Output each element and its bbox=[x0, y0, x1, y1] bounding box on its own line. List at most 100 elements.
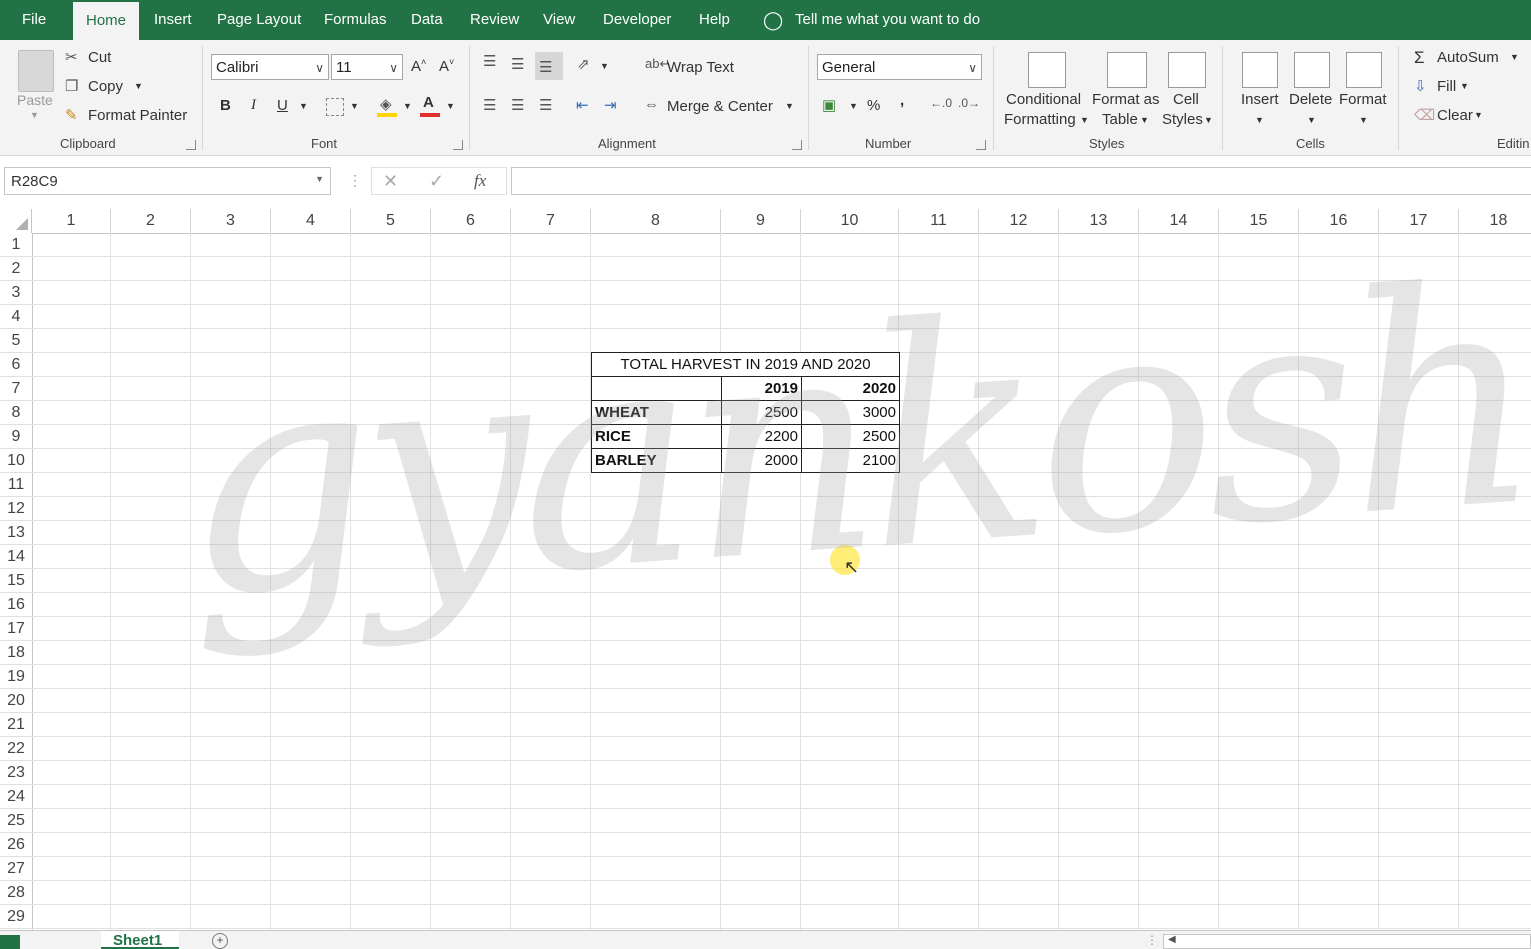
rice-2020-cell[interactable]: 2500 bbox=[801, 425, 900, 449]
row-header[interactable]: 19 bbox=[0, 665, 32, 689]
insert-cells-icon[interactable] bbox=[1242, 52, 1278, 88]
cell-styles-icon[interactable] bbox=[1168, 52, 1206, 88]
column-header[interactable]: 15 bbox=[1219, 209, 1299, 233]
format-table-dropdown-icon[interactable]: ▼ bbox=[1140, 115, 1149, 125]
tab-review[interactable]: Review bbox=[470, 0, 519, 40]
column-header[interactable]: 12 bbox=[979, 209, 1059, 233]
autosum-dropdown-icon[interactable]: ▼ bbox=[1510, 52, 1519, 62]
number-launcher-icon[interactable] bbox=[976, 140, 986, 150]
percent-button[interactable]: % bbox=[867, 97, 880, 114]
font-color-icon[interactable]: A bbox=[423, 94, 434, 111]
increase-font-icon[interactable]: A˄ bbox=[411, 57, 426, 75]
merge-center-button[interactable]: Merge & Center bbox=[667, 98, 773, 115]
row-header[interactable]: 5 bbox=[0, 329, 32, 353]
conditional-dropdown-icon[interactable]: ▼ bbox=[1080, 115, 1089, 125]
tab-view[interactable]: View bbox=[543, 0, 575, 40]
currency-dropdown-icon[interactable]: ▼ bbox=[849, 101, 858, 111]
row-header[interactable]: 27 bbox=[0, 857, 32, 881]
cell-styles-label-1[interactable]: Cell bbox=[1173, 91, 1199, 108]
orientation-dropdown-icon[interactable]: ▼ bbox=[600, 61, 609, 71]
sheet-tab-sheet1[interactable]: Sheet1 bbox=[101, 931, 179, 949]
header-2019-cell[interactable]: 2019 bbox=[721, 377, 801, 401]
insert-cells-button[interactable]: Insert bbox=[1241, 91, 1279, 108]
tab-data[interactable]: Data bbox=[411, 0, 443, 40]
cell-styles-dropdown-icon[interactable]: ▼ bbox=[1204, 115, 1213, 125]
conditional-formatting-label-2[interactable]: Formatting bbox=[1004, 111, 1076, 128]
align-top-icon[interactable]: ☰ bbox=[483, 52, 496, 70]
cell-grid[interactable]: TOTAL HARVEST IN 2019 AND 2020 2019 2020… bbox=[32, 233, 1531, 930]
formula-input[interactable] bbox=[511, 167, 1531, 195]
select-all-button[interactable] bbox=[0, 209, 32, 233]
barley-2020-cell[interactable]: 2100 bbox=[801, 449, 900, 473]
column-header[interactable]: 13 bbox=[1059, 209, 1139, 233]
copy-button[interactable]: Copy bbox=[88, 78, 123, 95]
row-header[interactable]: 9 bbox=[0, 425, 32, 449]
name-box-dropdown-icon[interactable]: ▼ bbox=[315, 174, 324, 184]
table-title-cell[interactable]: TOTAL HARVEST IN 2019 AND 2020 bbox=[591, 353, 900, 377]
column-header[interactable]: 10 bbox=[801, 209, 899, 233]
row-header[interactable]: 25 bbox=[0, 809, 32, 833]
format-dropdown-icon[interactable]: ▼ bbox=[1359, 115, 1368, 125]
enter-icon[interactable]: ✓ bbox=[429, 171, 444, 192]
row-header[interactable]: 18 bbox=[0, 641, 32, 665]
header-2020-cell[interactable]: 2020 bbox=[801, 377, 900, 401]
underline-dropdown-icon[interactable]: ▼ bbox=[299, 101, 308, 111]
row-header[interactable]: 2 bbox=[0, 257, 32, 281]
format-as-table-icon[interactable] bbox=[1107, 52, 1147, 88]
row-header[interactable]: 16 bbox=[0, 593, 32, 617]
paste-button[interactable]: Paste bbox=[17, 92, 53, 108]
clipboard-launcher-icon[interactable] bbox=[186, 140, 196, 150]
italic-button[interactable]: I bbox=[251, 97, 256, 114]
scroll-left-icon[interactable]: ◀ bbox=[1168, 934, 1176, 945]
increase-decimal-icon[interactable]: ←.0 bbox=[930, 96, 952, 110]
column-header[interactable]: 4 bbox=[271, 209, 351, 233]
row-header[interactable]: 21 bbox=[0, 713, 32, 737]
crop-rice-cell[interactable]: RICE bbox=[595, 425, 721, 449]
rice-2019-cell[interactable]: 2200 bbox=[721, 425, 801, 449]
tab-home[interactable]: Home bbox=[73, 2, 139, 40]
merge-dropdown-icon[interactable]: ▼ bbox=[785, 101, 794, 111]
delete-cells-icon[interactable] bbox=[1294, 52, 1330, 88]
tab-developer[interactable]: Developer bbox=[603, 0, 671, 40]
bold-button[interactable]: B bbox=[220, 97, 231, 114]
add-sheet-icon[interactable]: + bbox=[212, 933, 228, 949]
number-format-select[interactable]: General ∨ bbox=[817, 54, 982, 80]
wheat-2020-cell[interactable]: 3000 bbox=[801, 401, 900, 425]
fill-dropdown-icon[interactable]: ▼ bbox=[1460, 81, 1469, 91]
row-header[interactable]: 29 bbox=[0, 905, 32, 929]
autosum-button[interactable]: AutoSum bbox=[1437, 49, 1499, 66]
row-header[interactable]: 7 bbox=[0, 377, 32, 401]
tab-formulas[interactable]: Formulas bbox=[324, 0, 387, 40]
comma-button[interactable]: , bbox=[900, 92, 904, 109]
decrease-indent-icon[interactable]: ⇤ bbox=[576, 96, 589, 114]
row-header[interactable]: 23 bbox=[0, 761, 32, 785]
row-header[interactable]: 6 bbox=[0, 353, 32, 377]
fill-dropdown-icon[interactable]: ▼ bbox=[403, 101, 412, 111]
borders-icon[interactable] bbox=[326, 98, 344, 116]
horizontal-scrollbar[interactable]: ◀ bbox=[1163, 934, 1531, 949]
copy-dropdown-icon[interactable]: ▼ bbox=[134, 81, 143, 91]
currency-icon[interactable]: ▣ bbox=[822, 96, 836, 114]
tab-page-layout[interactable]: Page Layout bbox=[217, 0, 301, 40]
row-header[interactable]: 26 bbox=[0, 833, 32, 857]
row-header[interactable]: 28 bbox=[0, 881, 32, 905]
column-header[interactable]: 1 bbox=[32, 209, 111, 233]
barley-2019-cell[interactable]: 2000 bbox=[721, 449, 801, 473]
align-left-icon[interactable]: ☰ bbox=[483, 96, 496, 114]
column-header[interactable]: 5 bbox=[351, 209, 431, 233]
column-header[interactable]: 6 bbox=[431, 209, 511, 233]
cut-button[interactable]: Cut bbox=[88, 49, 111, 66]
row-header[interactable]: 15 bbox=[0, 569, 32, 593]
cell-styles-label-2[interactable]: Styles bbox=[1162, 111, 1203, 128]
row-header[interactable]: 17 bbox=[0, 617, 32, 641]
font-name-select[interactable]: Calibri ∨ bbox=[211, 54, 329, 80]
align-center-icon[interactable]: ☰ bbox=[511, 96, 524, 114]
decrease-font-icon[interactable]: A˅ bbox=[439, 57, 454, 75]
format-as-table-label-1[interactable]: Format as bbox=[1092, 91, 1160, 108]
column-header[interactable]: 17 bbox=[1379, 209, 1459, 233]
delete-dropdown-icon[interactable]: ▼ bbox=[1307, 115, 1316, 125]
insert-dropdown-icon[interactable]: ▼ bbox=[1255, 115, 1264, 125]
orientation-icon[interactable]: ⇗ bbox=[577, 55, 590, 73]
tab-insert[interactable]: Insert bbox=[154, 0, 192, 40]
format-painter-button[interactable]: Format Painter bbox=[88, 107, 187, 124]
